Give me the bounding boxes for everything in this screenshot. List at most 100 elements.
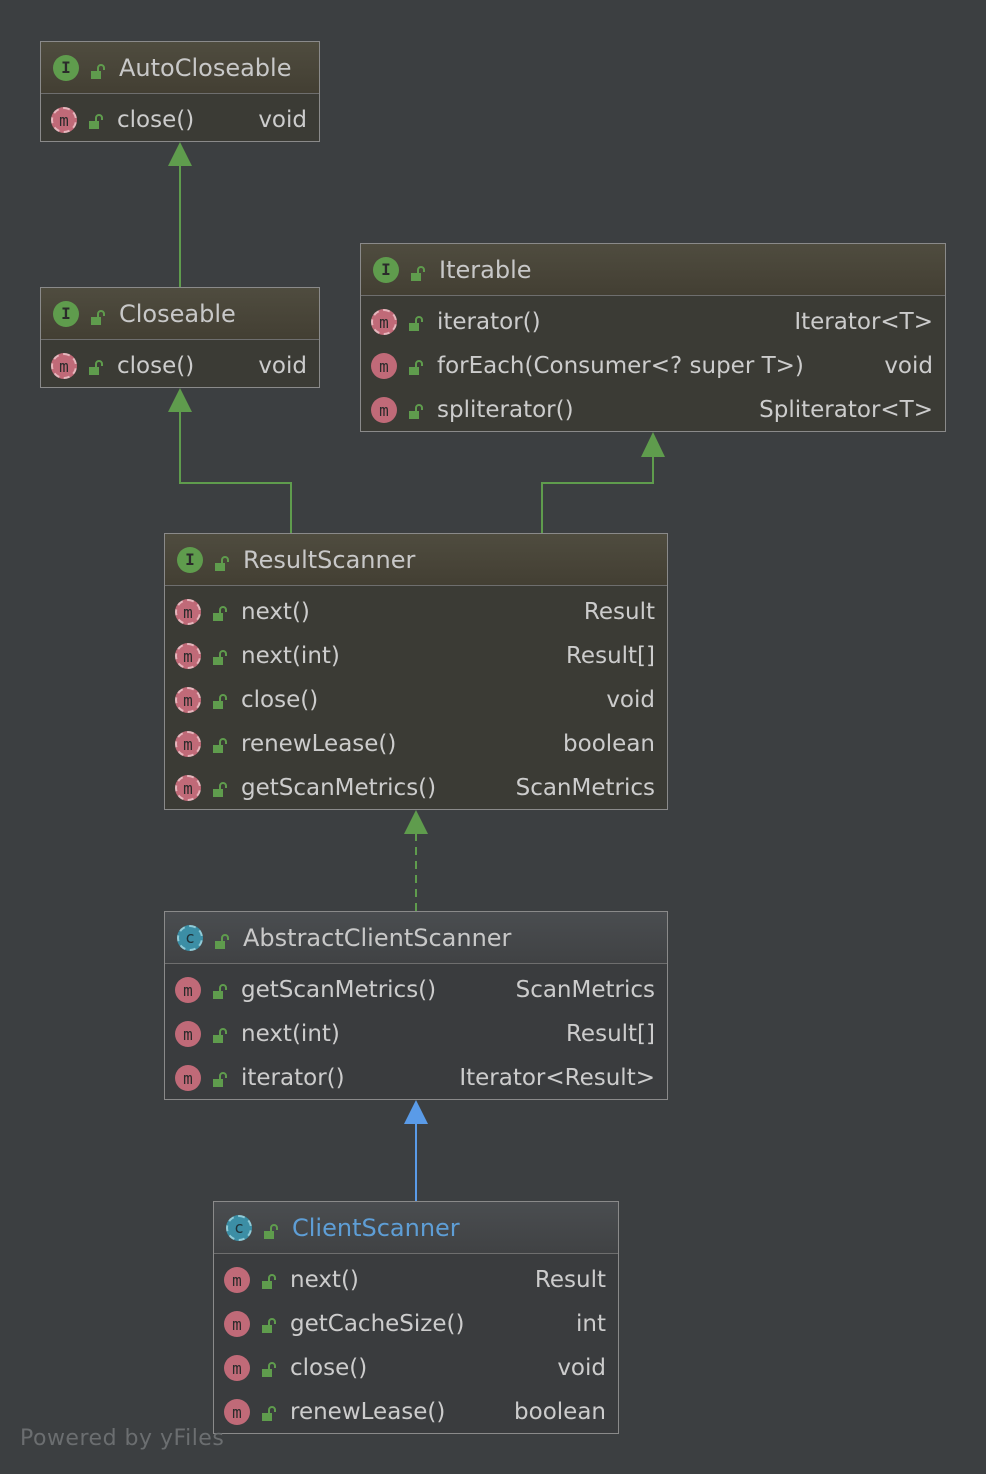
node-iterable[interactable]: I Iterable m iterator() Iterator<T> m forEach(… bbox=[360, 243, 946, 432]
edge-arrowhead bbox=[641, 432, 665, 457]
member-row[interactable]: m next() Result bbox=[165, 590, 667, 634]
member-type: void bbox=[884, 353, 933, 379]
member-type: Result bbox=[583, 599, 655, 625]
member-row[interactable]: m getScanMetrics() ScanMetrics bbox=[165, 766, 667, 810]
public-access-icon bbox=[407, 313, 425, 331]
method-icon: m bbox=[371, 397, 397, 423]
member-row[interactable]: m close() void bbox=[214, 1346, 618, 1390]
member-row[interactable]: m close() void bbox=[41, 344, 319, 388]
member-type: void bbox=[258, 353, 307, 379]
public-access-icon bbox=[260, 1271, 278, 1289]
class-icon: c bbox=[226, 1214, 252, 1241]
member-list: m next() Result m next(int) Result[] m close() v… bbox=[165, 586, 667, 810]
node-title: ClientScanner bbox=[292, 1213, 460, 1242]
method-icon: m bbox=[224, 1399, 250, 1425]
member-list: m getScanMetrics() ScanMetrics m next(int) Re… bbox=[165, 964, 667, 1100]
member-name: getCacheSize() bbox=[290, 1311, 465, 1337]
public-access-icon bbox=[89, 59, 107, 79]
public-access-icon bbox=[211, 1069, 229, 1087]
public-access-icon bbox=[211, 735, 229, 753]
public-access-icon bbox=[260, 1359, 278, 1377]
member-name: renewLease() bbox=[290, 1399, 446, 1425]
member-name: iterator() bbox=[241, 1065, 345, 1091]
public-access-icon bbox=[409, 261, 427, 281]
member-row[interactable]: m next(int) Result[] bbox=[165, 634, 667, 678]
member-type: ScanMetrics bbox=[515, 775, 655, 801]
member-row[interactable]: m renewLease() boolean bbox=[214, 1390, 618, 1434]
public-access-icon bbox=[260, 1315, 278, 1333]
edge-arrowhead bbox=[404, 1100, 428, 1124]
member-name: renewLease() bbox=[241, 731, 397, 757]
public-access-icon bbox=[211, 779, 229, 797]
member-row[interactable]: m next(int) Result[] bbox=[165, 1012, 667, 1056]
member-name: getScanMetrics() bbox=[241, 775, 437, 801]
member-row[interactable]: m getScanMetrics() ScanMetrics bbox=[165, 968, 667, 1012]
member-type: Result[] bbox=[565, 1021, 655, 1047]
public-access-icon bbox=[260, 1403, 278, 1421]
member-list: m close() void bbox=[41, 94, 319, 142]
watermark: Powered by yFiles bbox=[20, 1426, 225, 1451]
public-access-icon bbox=[262, 1219, 280, 1239]
member-row[interactable]: m renewLease() boolean bbox=[165, 722, 667, 766]
member-name: close() bbox=[117, 107, 195, 133]
member-row[interactable]: m getCacheSize() int bbox=[214, 1302, 618, 1346]
interface-icon: I bbox=[373, 256, 399, 283]
method-icon: m bbox=[51, 107, 77, 133]
public-access-icon bbox=[89, 305, 107, 325]
public-access-icon bbox=[87, 111, 105, 129]
member-list: m iterator() Iterator<T> m forEach(Consumer<… bbox=[361, 296, 945, 432]
method-icon: m bbox=[371, 353, 397, 379]
edge-arrowhead bbox=[168, 142, 192, 166]
member-type: int bbox=[576, 1311, 606, 1337]
member-name: next(int) bbox=[241, 643, 340, 669]
member-row[interactable]: m next() Result bbox=[214, 1258, 618, 1302]
member-name: forEach(Consumer<? super T>) bbox=[437, 353, 804, 379]
public-access-icon bbox=[211, 691, 229, 709]
node-title: AbstractClientScanner bbox=[243, 923, 512, 952]
member-type: void bbox=[557, 1355, 606, 1381]
node-resultscanner[interactable]: I ResultScanner m next() Result m next(int) Res… bbox=[164, 533, 668, 810]
member-type: Result[] bbox=[565, 643, 655, 669]
node-header: I ResultScanner bbox=[165, 534, 667, 586]
node-header: I Closeable bbox=[41, 288, 319, 340]
method-icon: m bbox=[175, 775, 201, 801]
member-name: spliterator() bbox=[437, 397, 574, 423]
node-autocloseable[interactable]: I AutoCloseable m close() void bbox=[40, 41, 320, 142]
edge-arrowhead bbox=[404, 810, 428, 834]
method-icon: m bbox=[175, 1065, 201, 1091]
method-icon: m bbox=[371, 309, 397, 335]
edge-resultscanner-closeable bbox=[179, 410, 292, 533]
public-access-icon bbox=[211, 981, 229, 999]
member-type: boolean bbox=[563, 731, 655, 757]
member-name: iterator() bbox=[437, 309, 541, 335]
method-icon: m bbox=[175, 731, 201, 757]
method-icon: m bbox=[224, 1355, 250, 1381]
member-type: Result bbox=[534, 1267, 606, 1293]
node-header: I AutoCloseable bbox=[41, 42, 319, 94]
node-closeable[interactable]: I Closeable m close() void bbox=[40, 287, 320, 388]
method-icon: m bbox=[224, 1311, 250, 1337]
node-title: AutoCloseable bbox=[119, 53, 292, 82]
member-type: Spliterator<T> bbox=[759, 397, 933, 423]
member-type: void bbox=[606, 687, 655, 713]
node-clientscanner[interactable]: c ClientScanner m next() Result m getCacheSize… bbox=[213, 1201, 619, 1434]
node-header: c ClientScanner bbox=[214, 1202, 618, 1254]
method-icon: m bbox=[175, 643, 201, 669]
member-name: next() bbox=[241, 599, 310, 625]
node-abstractclientscanner[interactable]: c AbstractClientScanner m getScanMetrics() S… bbox=[164, 911, 668, 1100]
member-name: close() bbox=[241, 687, 319, 713]
member-name: close() bbox=[117, 353, 195, 379]
member-row[interactable]: m iterator() Iterator<T> bbox=[361, 300, 945, 344]
node-title: ResultScanner bbox=[243, 545, 416, 574]
member-type: Iterator<Result> bbox=[459, 1065, 655, 1091]
member-list: m next() Result m getCacheSize() int m close() v… bbox=[214, 1254, 618, 1434]
method-icon: m bbox=[224, 1267, 250, 1293]
member-row[interactable]: m close() void bbox=[41, 98, 319, 142]
member-type: boolean bbox=[514, 1399, 606, 1425]
method-icon: m bbox=[175, 687, 201, 713]
member-row[interactable]: m close() void bbox=[165, 678, 667, 722]
member-row[interactable]: m iterator() Iterator<Result> bbox=[165, 1056, 667, 1100]
public-access-icon bbox=[213, 929, 231, 949]
member-row[interactable]: m forEach(Consumer<? super T>) void bbox=[361, 344, 945, 388]
member-row[interactable]: m spliterator() Spliterator<T> bbox=[361, 388, 945, 432]
